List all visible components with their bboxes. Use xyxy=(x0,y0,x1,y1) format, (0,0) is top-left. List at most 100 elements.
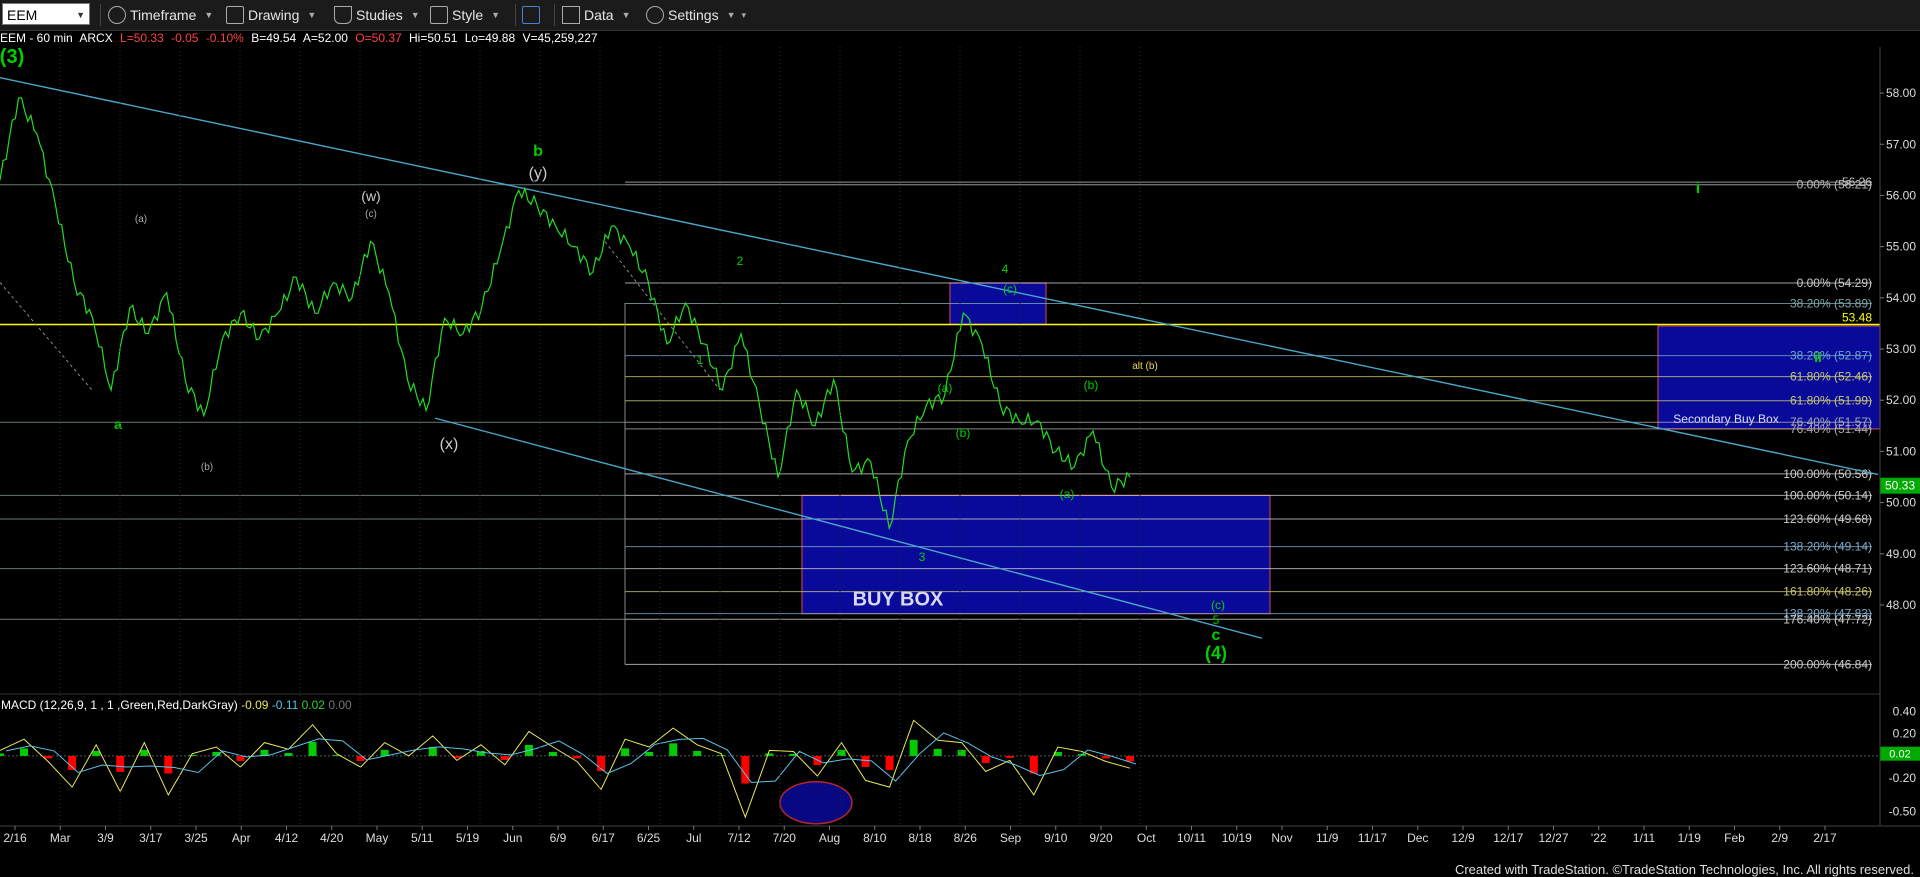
chevron-down-icon: ▼ xyxy=(726,10,736,20)
chevron-down-icon: ▾ xyxy=(741,9,747,20)
fib-label: 123.60% (49.68) xyxy=(1783,512,1872,526)
macd-histogram-bar xyxy=(765,753,774,756)
macd-histogram-bar xyxy=(236,755,245,761)
data-label: Data xyxy=(584,7,614,23)
secondary-buy-box-label: Secondary Buy Box xyxy=(1673,412,1778,426)
price-tick-label: 58.00 xyxy=(1886,86,1916,100)
status-change: -0.05 xyxy=(171,31,199,45)
chevron-down-icon[interactable]: ▼ xyxy=(76,4,85,26)
time-tick-label: 3/25 xyxy=(184,831,208,845)
macd-histogram-bar xyxy=(909,739,918,756)
macd-histogram-bar xyxy=(621,748,630,756)
time-tick-label: 3/17 xyxy=(139,831,163,845)
macd-last-label: 0.02 xyxy=(1889,749,1910,761)
macd-histogram-bar xyxy=(957,749,966,756)
time-tick-label: Dec xyxy=(1407,831,1428,845)
time-tick-label: 12/9 xyxy=(1451,831,1475,845)
wave-label: 2 xyxy=(737,254,744,268)
macd-tick-label: -0.50 xyxy=(1889,805,1917,819)
price-tick-label: 48.00 xyxy=(1886,598,1916,612)
fib-label: 0.00% (54.29) xyxy=(1797,276,1872,290)
toolbar-separator xyxy=(100,4,101,26)
price-chart[interactable]: BUY BOXSecondary Buy Box0.00% (56.21)56.… xyxy=(0,47,1920,855)
macd-histogram-bar xyxy=(645,751,654,756)
fib-label: 38.20% (52.87) xyxy=(1790,349,1872,363)
time-tick-label: 4/12 xyxy=(275,831,299,845)
pencil-icon xyxy=(226,6,244,24)
wave-label: b xyxy=(533,143,543,160)
wave-label: (a) xyxy=(938,381,953,395)
macd-histogram-bar xyxy=(44,755,53,759)
studies-button[interactable]: Studies ▼ xyxy=(334,3,420,27)
status-high: Hi=50.51 xyxy=(409,31,458,45)
drawing-button[interactable]: Drawing ▼ xyxy=(226,3,316,27)
status-last: L=50.33 xyxy=(120,31,164,45)
time-tick-label: Aug xyxy=(819,831,840,845)
fib-label: 100.00% (50.56) xyxy=(1783,467,1872,481)
macd-hist-value: 0.02 xyxy=(301,698,325,712)
wave-label: (x) xyxy=(440,436,459,453)
fib-label: 100.00% (50.14) xyxy=(1783,488,1872,502)
time-tick-label: 4/20 xyxy=(320,831,344,845)
time-tick-label: Jul xyxy=(686,831,701,845)
fib-label: 76.40% (51.44) xyxy=(1790,422,1872,436)
macd-histogram-bar xyxy=(92,750,101,756)
style-label: Style xyxy=(452,7,484,23)
wave-label: (b) xyxy=(201,462,213,473)
toolbar-separator xyxy=(515,4,516,26)
macd-histogram-bar xyxy=(1101,755,1110,759)
status-volume: V=45,259,227 xyxy=(522,31,598,45)
wave-label: ii xyxy=(1814,349,1822,365)
price-tick-label: 54.00 xyxy=(1886,291,1916,305)
timeframe-button[interactable]: Timeframe ▼ xyxy=(108,3,213,27)
time-tick-label: 6/17 xyxy=(592,831,616,845)
wave-label: 5 xyxy=(1213,613,1220,627)
time-tick-label: 7/20 xyxy=(773,831,797,845)
timeframe-label: Timeframe xyxy=(130,7,197,23)
macd-histogram-bar xyxy=(837,749,846,756)
macd-legend: MACD (12,26,9, 1 , 1 ,Green,Red,DarkGray… xyxy=(1,698,352,712)
wave-label: (b) xyxy=(956,426,971,440)
time-tick-label: Nov xyxy=(1271,831,1292,845)
price-tick-label: 50.00 xyxy=(1886,496,1916,510)
fib-label: 176.40% (47.72) xyxy=(1783,612,1872,626)
time-tick-label: 11/9 xyxy=(1316,831,1339,845)
style-button[interactable]: Style ▼ xyxy=(430,3,500,27)
time-tick-label: 1/19 xyxy=(1678,831,1702,845)
macd-histogram-bar xyxy=(308,741,317,756)
status-symbol: EEM - 60 min xyxy=(0,31,73,45)
macd-title: MACD (12,26,9, 1 , 1 ,Green,Red,DarkGray… xyxy=(1,698,238,712)
macd-histogram-bar xyxy=(981,755,990,763)
settings-label: Settings xyxy=(668,7,719,23)
time-tick-label: Feb xyxy=(1724,831,1745,845)
macd-histogram-bar xyxy=(573,755,582,759)
macd-histogram-bar xyxy=(693,750,702,756)
clock-icon xyxy=(108,6,126,24)
macd-histogram-bar xyxy=(20,748,29,756)
chart-axes: 58.00 57.00 56.00 55.00 54.00 53.00 52.00 51.00… xyxy=(0,47,1920,845)
macd-zero-value: 0.00 xyxy=(328,698,352,712)
macd-value: -0.09 xyxy=(241,698,269,712)
macd-histogram-bar xyxy=(188,754,197,756)
price-tick-label: 51.00 xyxy=(1886,444,1916,458)
chevron-down-icon: ▼ xyxy=(204,10,214,20)
wave-label: 3 xyxy=(919,550,926,564)
macd-histogram-bar xyxy=(380,749,389,756)
symbol-input[interactable]: EEM ▼ xyxy=(2,3,90,25)
data-button[interactable]: Data ▼ xyxy=(562,3,631,27)
time-tick-label: Oct xyxy=(1137,831,1156,845)
macd-histogram-bar xyxy=(68,755,77,770)
chevron-down-icon: ▼ xyxy=(307,10,317,20)
time-tick-label: 9/10 xyxy=(1044,831,1068,845)
bar-chart-icon xyxy=(562,6,580,24)
dashed-trendline xyxy=(0,282,93,391)
status-pct: -0.10% xyxy=(205,31,244,45)
status-low: Lo=49.88 xyxy=(464,31,516,45)
macd-histogram-bar xyxy=(500,755,509,760)
macd-histogram-bar xyxy=(1005,755,1014,758)
drawing-label: Drawing xyxy=(248,7,300,23)
layout-button[interactable] xyxy=(522,3,544,27)
wave-label: (a) xyxy=(135,214,147,225)
layout-icon xyxy=(522,6,540,24)
settings-button[interactable]: Settings ▼ ▾ xyxy=(646,3,746,27)
